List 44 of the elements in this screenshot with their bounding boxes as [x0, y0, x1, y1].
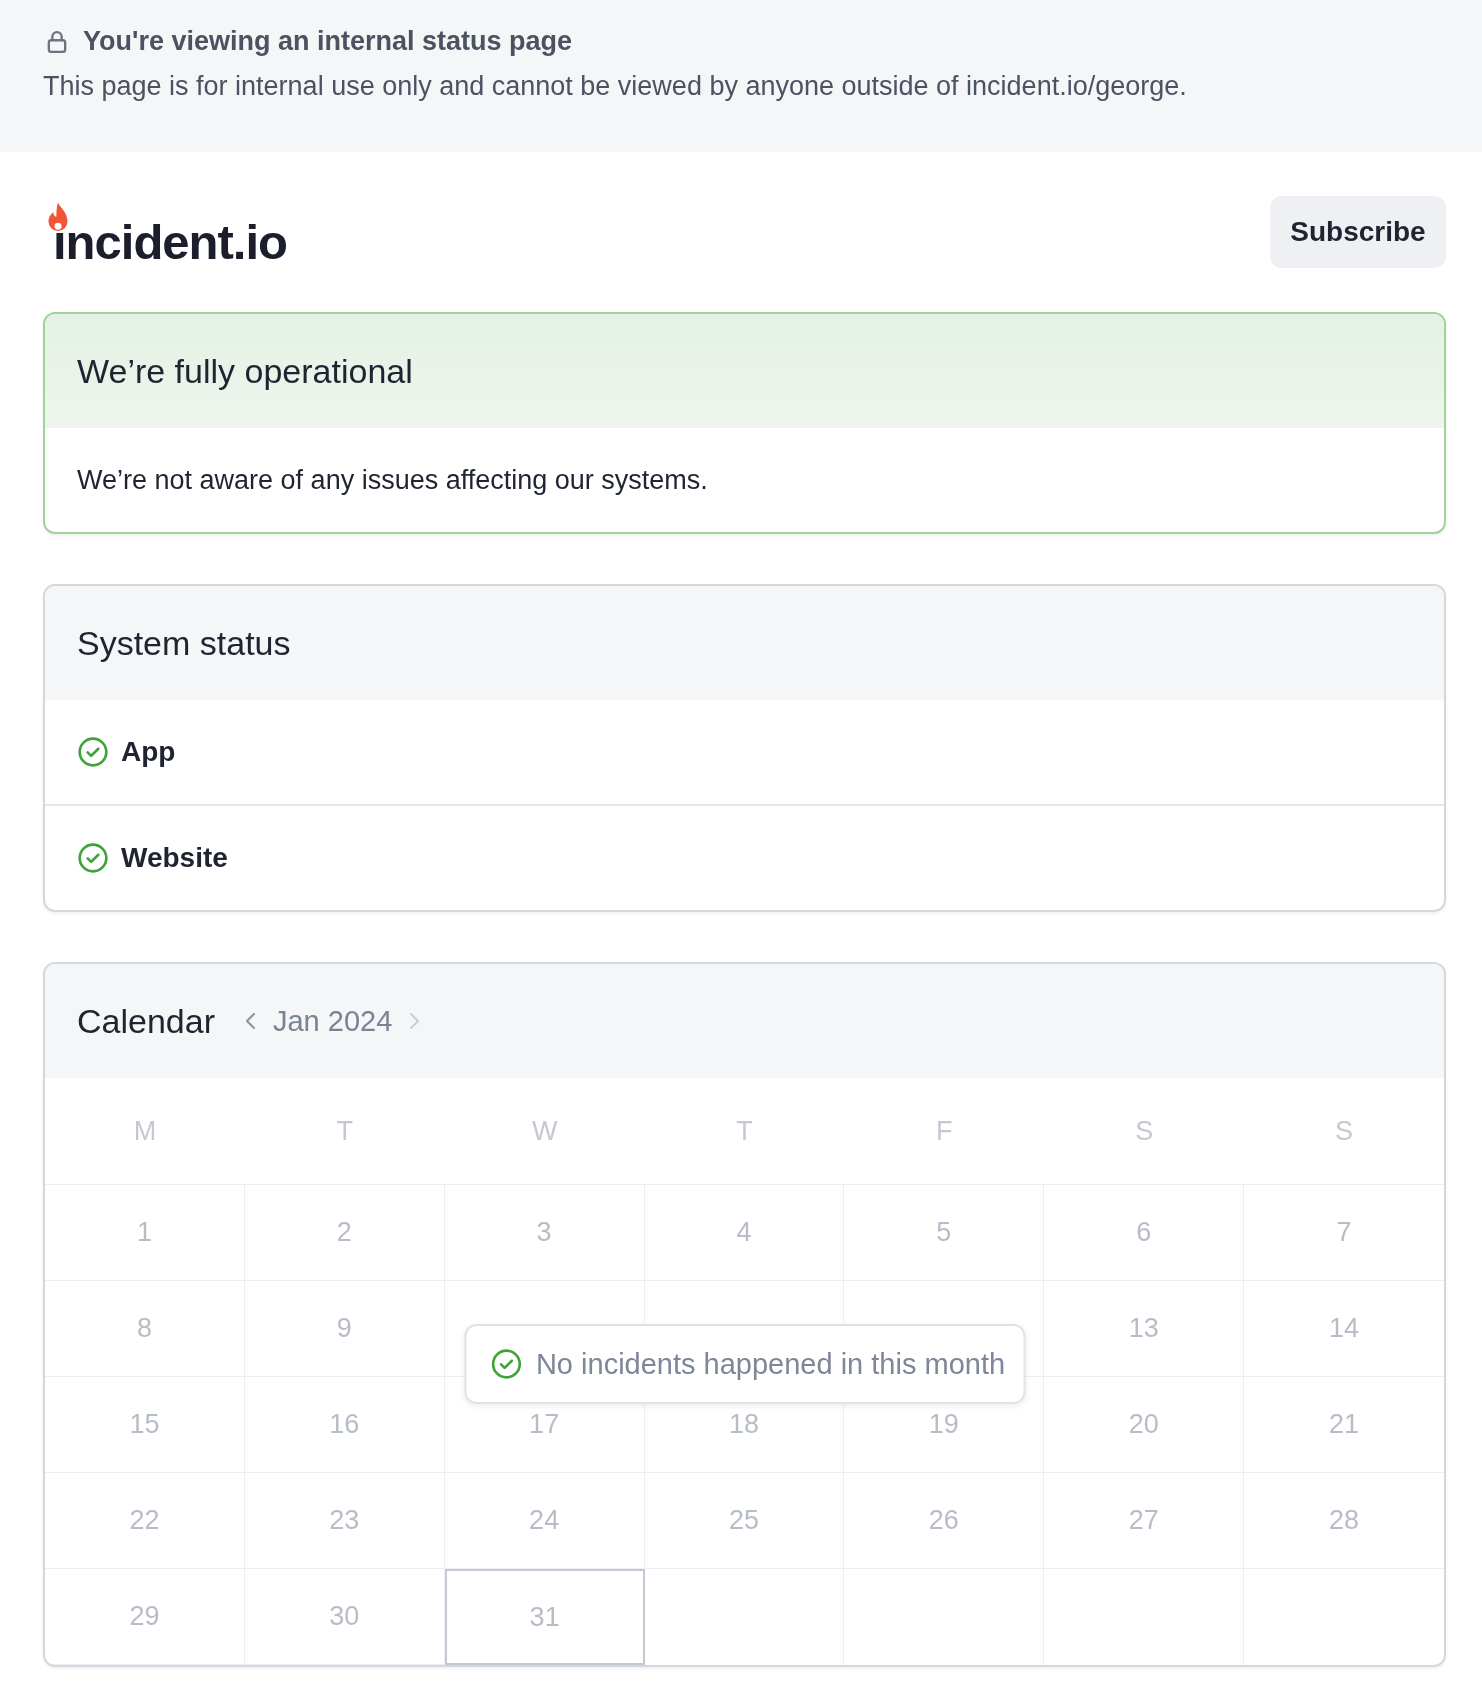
status-text: We’re not aware of any issues affecting our systems. — [76, 463, 709, 497]
banner-title: You're viewing an internal status page — [83, 26, 573, 57]
day-cell[interactable]: 27 — [1044, 1473, 1245, 1569]
day-cell[interactable]: 22 — [45, 1473, 245, 1569]
weekday-label: W — [530, 1114, 559, 1148]
day-cell[interactable]: 2 — [244, 1185, 445, 1281]
day-cell[interactable]: 16 — [244, 1377, 445, 1473]
day-cell[interactable]: 4 — [644, 1185, 845, 1281]
day-cell[interactable]: 30 — [244, 1569, 445, 1665]
day-cell[interactable]: 8 — [45, 1281, 245, 1377]
day-cell[interactable]: 5 — [844, 1185, 1045, 1281]
day-cell[interactable]: 7 — [1244, 1185, 1444, 1281]
day-cell[interactable]: 1 — [45, 1185, 245, 1281]
weekday-label: T — [335, 1114, 354, 1148]
logo-wordmark: incident.io — [52, 218, 287, 267]
card-title: We’re fully operational — [45, 314, 1444, 428]
weekday-label: F — [935, 1114, 954, 1148]
banner-text: This page is for internal use only and cannot be viewed by anyone outside of incident.io/george. — [43, 71, 1188, 102]
day-cell[interactable]: 3 — [444, 1185, 645, 1281]
weekday-label: S — [1134, 1114, 1155, 1148]
day-cell[interactable]: 25 — [644, 1473, 845, 1569]
weekday-label: S — [1334, 1114, 1355, 1148]
weekday-label: M — [132, 1114, 158, 1148]
day-cell[interactable]: 29 — [45, 1569, 245, 1665]
day-cell[interactable]: 21 — [1244, 1377, 1444, 1473]
month-label: Jan 2024 — [273, 1004, 393, 1038]
day-cell[interactable]: 6 — [1044, 1185, 1245, 1281]
day-cell[interactable]: 13 — [1044, 1281, 1245, 1377]
card-title: Calendar — [77, 1001, 215, 1041]
day-cell[interactable]: 15 — [45, 1377, 245, 1473]
component-name: App — [121, 736, 176, 768]
component-name: Website — [121, 842, 228, 874]
day-cell[interactable]: 26 — [844, 1473, 1045, 1569]
day-cell[interactable]: 14 — [1244, 1281, 1444, 1377]
day-cell[interactable]: 28 — [1244, 1473, 1444, 1569]
day-cell[interactable]: 24 — [444, 1473, 645, 1569]
subscribe-button[interactable]: Subscribe — [1270, 196, 1446, 268]
day-cell[interactable]: 23 — [244, 1473, 445, 1569]
day-cell[interactable]: 9 — [244, 1281, 445, 1377]
weekday-label: T — [735, 1114, 754, 1148]
card-title: System status — [45, 586, 1444, 700]
day-cell[interactable]: 31 — [444, 1569, 645, 1665]
day-cell[interactable]: 20 — [1044, 1377, 1245, 1473]
check-circle-icon — [489, 1348, 522, 1380]
